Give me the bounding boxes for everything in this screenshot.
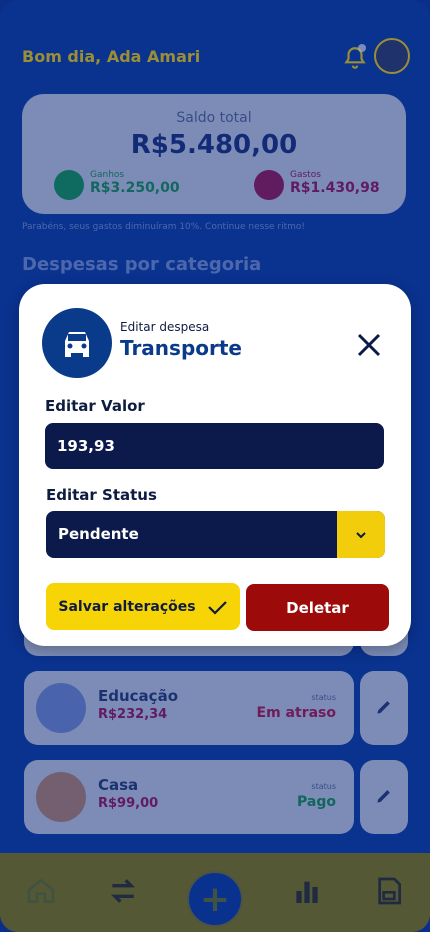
app-screen: Bom dia, Ada Amari Saldo total R$5.480,0… — [0, 0, 430, 932]
save-button-label: Salvar alterações — [58, 598, 196, 615]
status-dropdown-toggle[interactable] — [337, 511, 385, 558]
value-label: Editar Valor — [45, 397, 145, 415]
chevron-down-icon — [356, 531, 366, 538]
value-input[interactable] — [45, 423, 384, 469]
status-selected-value: Pendente — [58, 525, 139, 543]
status-label: Editar Status — [46, 486, 157, 504]
check-icon — [207, 600, 227, 615]
car-icon — [65, 332, 89, 357]
save-button[interactable]: Salvar alterações — [46, 583, 240, 630]
category-icon — [42, 308, 112, 378]
delete-button[interactable]: Deletar — [246, 584, 389, 631]
modal-subtitle: Editar despesa — [120, 320, 210, 334]
edit-expense-modal: Editar despesa Transporte Editar Valor E… — [19, 284, 411, 646]
status-select[interactable]: Pendente — [46, 511, 385, 558]
modal-title: Transporte — [120, 336, 242, 360]
close-icon[interactable] — [353, 329, 385, 361]
delete-button-label: Deletar — [286, 598, 349, 617]
